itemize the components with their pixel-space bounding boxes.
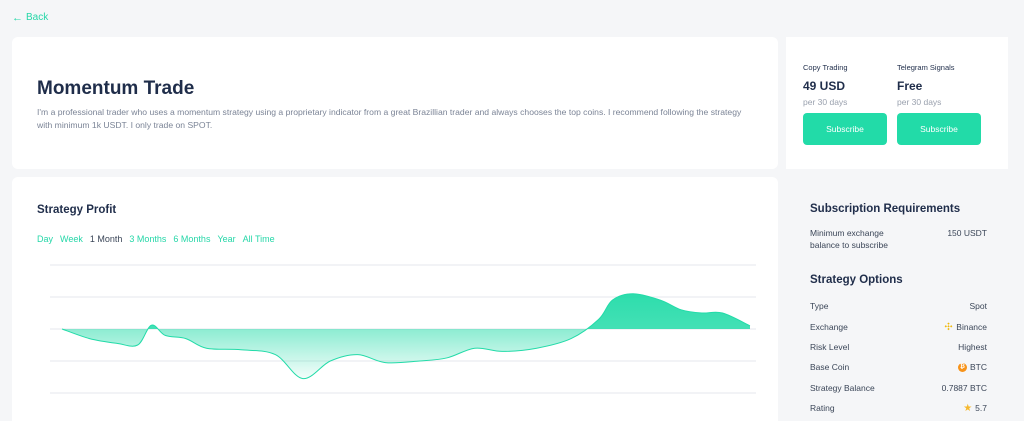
option-value-wrap: Highest	[958, 342, 987, 352]
chart-title: Strategy Profit	[37, 204, 117, 216]
subscribe-copy-trading-button[interactable]: Subscribe	[803, 113, 887, 145]
strategy-profit-card: Strategy Profit Day Week 1 Month 3 Months 6 …	[12, 177, 778, 421]
option-row: Strategy Balance 0.7887 BTC	[810, 378, 987, 398]
profit-chart	[50, 264, 756, 394]
plan-name: Telegram Signals	[897, 63, 955, 72]
option-row: Rating ★ 5.7	[810, 398, 987, 418]
range-tab-year[interactable]: Year	[217, 234, 235, 244]
back-link[interactable]: ← Back	[12, 12, 48, 23]
requirement-value: 150 USDT	[947, 228, 987, 238]
plan-copy-trading: Copy Trading 49 USD per 30 days Subscrib…	[803, 63, 887, 145]
bitcoin-icon: ₿	[958, 362, 967, 372]
option-label: Base Coin	[810, 362, 850, 373]
requirement-label: Minimum exchange balance to subscribe	[810, 228, 888, 250]
option-row: Exchange Binance	[810, 316, 987, 336]
option-value: Binance	[956, 321, 987, 332]
plan-period: per 30 days	[897, 97, 942, 107]
option-value: 0.7887 BTC	[941, 382, 987, 393]
range-selector: Day Week 1 Month 3 Months 6 Months Year All Ti…	[37, 234, 275, 244]
option-value: BTC	[970, 362, 987, 373]
option-value: Spot	[969, 301, 988, 312]
pricing-panel: Copy Trading 49 USD per 30 days Subscrib…	[786, 37, 1008, 169]
back-label: Back	[26, 12, 49, 23]
plan-period: per 30 days	[803, 97, 848, 107]
option-label: Rating	[810, 403, 835, 414]
option-value-wrap: 0.7887 BTC	[942, 383, 987, 393]
option-row: Type Spot	[810, 296, 987, 316]
option-value-wrap: ₿ BTC	[958, 362, 987, 372]
option-label: Risk Level	[810, 341, 850, 352]
option-row: Risk Level Highest	[810, 337, 987, 357]
plan-price: 49 USD	[803, 79, 846, 93]
option-value-wrap: ★ 5.7	[963, 403, 987, 413]
star-icon: ★	[963, 402, 973, 414]
option-label: Strategy Balance	[810, 382, 875, 393]
plan-name: Copy Trading	[803, 63, 848, 72]
range-tab-1-month[interactable]: 1 Month	[90, 234, 123, 244]
range-tab-6-months[interactable]: 6 Months	[173, 234, 210, 244]
range-tab-week[interactable]: Week	[60, 234, 83, 244]
strategy-title: Momentum Trade	[37, 78, 195, 99]
plan-telegram-signals: Telegram Signals Free per 30 days Subscr…	[897, 63, 981, 145]
option-row: Base Coin ₿ BTC	[810, 357, 987, 377]
requirement-row: Minimum exchange balance to subscribe 15…	[810, 227, 987, 251]
binance-icon	[944, 322, 953, 331]
strategy-options: Strategy Options Type Spot Exchange Binance…	[810, 274, 987, 418]
plan-price: Free	[897, 79, 923, 93]
strategy-header-card: Momentum Trade I'm a professional trader…	[12, 37, 778, 169]
option-value: 5.7	[975, 403, 987, 414]
option-value-wrap: Spot	[970, 301, 988, 311]
options-list: Type Spot Exchange Binance Risk Level Highest…	[810, 296, 987, 418]
range-tab-day[interactable]: Day	[37, 234, 53, 244]
range-tab-all-time[interactable]: All Time	[243, 234, 275, 244]
option-label: Type	[810, 301, 829, 312]
subscribe-telegram-button[interactable]: Subscribe	[897, 113, 981, 145]
option-value: Highest	[958, 341, 987, 352]
range-tab-3-months[interactable]: 3 Months	[129, 234, 166, 244]
option-value-wrap: Binance	[944, 322, 987, 332]
options-title: Strategy Options	[810, 274, 903, 286]
option-label: Exchange	[810, 321, 848, 332]
subscription-requirements: Subscription Requirements Minimum exchan…	[810, 203, 987, 251]
arrow-left-icon: ←	[12, 11, 23, 24]
strategy-description: I'm a professional trader who uses a mom…	[37, 107, 742, 130]
requirements-title: Subscription Requirements	[810, 203, 961, 215]
